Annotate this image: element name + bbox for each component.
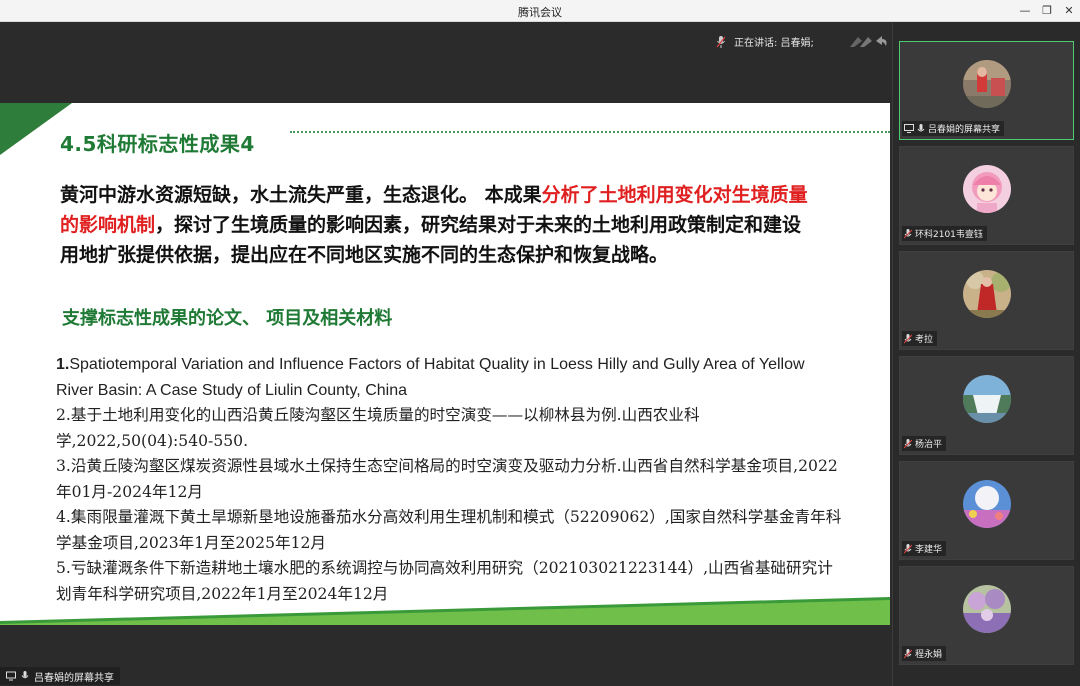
reference-text: Spatiotemporal Variation and Influence F…: [56, 356, 805, 399]
annotation-tools-icon[interactable]: [848, 33, 888, 49]
participant-name: 杨治平: [915, 440, 943, 450]
mic-muted-icon: [904, 648, 912, 658]
reference-list: 1.Spatiotemporal Variation and Influence…: [56, 352, 846, 607]
participant-label: 考拉: [902, 331, 938, 346]
summary-text-a: 黄河中游水资源短缺，水土流失严重，生态退化。 本成果: [60, 184, 542, 206]
participant-tile[interactable]: 杨治平: [899, 356, 1074, 455]
participant-tile[interactable]: 环科2101韦壹钰: [899, 146, 1074, 245]
shared-screen-area: 正在讲话: 吕春娟; 4.5科研标志性成果4 黄河中游水资源短缺，水土流失严重，…: [0, 22, 892, 686]
participant-name: 考拉: [915, 335, 934, 345]
participant-tile[interactable]: 考拉: [899, 251, 1074, 350]
participant-name: 吕春娟的屏幕共享: [928, 125, 1001, 135]
reference-item: 4.集雨限量灌溉下黄土旱塬新垦地设施番茄水分高效利用生理机制和模式（522090…: [56, 508, 842, 552]
participant-tile[interactable]: 李建华: [899, 461, 1074, 560]
title-bar: 腾讯会议 — ❐ ✕: [0, 0, 1080, 22]
avatar: [963, 585, 1011, 633]
mic-muted-icon: [904, 333, 912, 343]
avatar: [963, 480, 1011, 528]
speaking-indicator: 正在讲话: 吕春娟;: [716, 34, 814, 49]
reference-item: 1.Spatiotemporal Variation and Influence…: [56, 352, 846, 403]
participant-sidebar: 吕春娟的屏幕共享 环科2101韦壹钰 考拉 杨治平 李建华 程永娟: [892, 22, 1080, 686]
mic-muted-icon: [716, 35, 726, 48]
slide-summary: 黄河中游水资源短缺，水土流失严重，生态退化。 本成果分析了土地利用变化对生境质量…: [60, 180, 820, 270]
mic-muted-icon: [904, 543, 912, 553]
screen-share-badge: 吕春娟的屏幕共享: [0, 667, 120, 685]
participant-label: 吕春娟的屏幕共享: [902, 121, 1005, 136]
mic-muted-icon: [904, 228, 912, 238]
participant-tile[interactable]: 程永娟: [899, 566, 1074, 665]
participant-tile[interactable]: 吕春娟的屏幕共享: [899, 41, 1074, 140]
window-title: 腾讯会议: [518, 6, 562, 19]
presentation-slide: 4.5科研标志性成果4 黄河中游水资源短缺，水土流失严重，生态退化。 本成果分析…: [0, 103, 890, 625]
reference-item: 2.基于土地利用变化的山西沿黄丘陵沟壑区生境质量的时空演变——以柳林县为例.山西…: [56, 406, 700, 450]
avatar: [963, 375, 1011, 423]
speaking-label: 正在讲话: 吕春娟;: [734, 38, 814, 49]
participant-name: 环科2101韦壹钰: [915, 230, 983, 240]
avatar: [963, 165, 1011, 213]
minimize-button[interactable]: —: [1015, 3, 1035, 19]
participant-name: 李建华: [915, 545, 943, 555]
avatar: [963, 270, 1011, 318]
participant-label: 李建华: [902, 541, 947, 556]
mic-icon: [917, 123, 925, 131]
participant-label: 环科2101韦壹钰: [902, 226, 987, 241]
participant-label: 程永娟: [902, 646, 947, 661]
slide-bottom-decoration: [0, 597, 890, 625]
reference-item: 3.沿黄丘陵沟壑区煤炭资源性县域水土保持生态空间格局的时空演变及驱动力分析.山西…: [56, 457, 838, 501]
slide-heading: 4.5科研标志性成果4: [60, 132, 255, 156]
slide-subheading: 支撑标志性成果的论文、 项目及相关材料: [62, 308, 393, 329]
mic-icon: [21, 671, 29, 679]
screen-share-icon: [904, 124, 914, 133]
summary-text-b: ，探讨了生境质量的影响因素，研究结果对于未来的土地利用政策制定和建设用地扩张提供…: [60, 214, 802, 266]
participant-label: 杨治平: [902, 436, 947, 451]
close-button[interactable]: ✕: [1059, 3, 1079, 19]
reference-number: 1.: [56, 356, 70, 373]
heading-divider: [290, 131, 890, 133]
participant-name: 程永娟: [915, 650, 943, 660]
mic-muted-icon: [904, 438, 912, 448]
share-bar-label: 吕春娟的屏幕共享: [34, 672, 114, 684]
restore-button[interactable]: ❐: [1037, 3, 1057, 19]
avatar: [963, 60, 1011, 108]
screen-share-icon: [6, 671, 16, 681]
